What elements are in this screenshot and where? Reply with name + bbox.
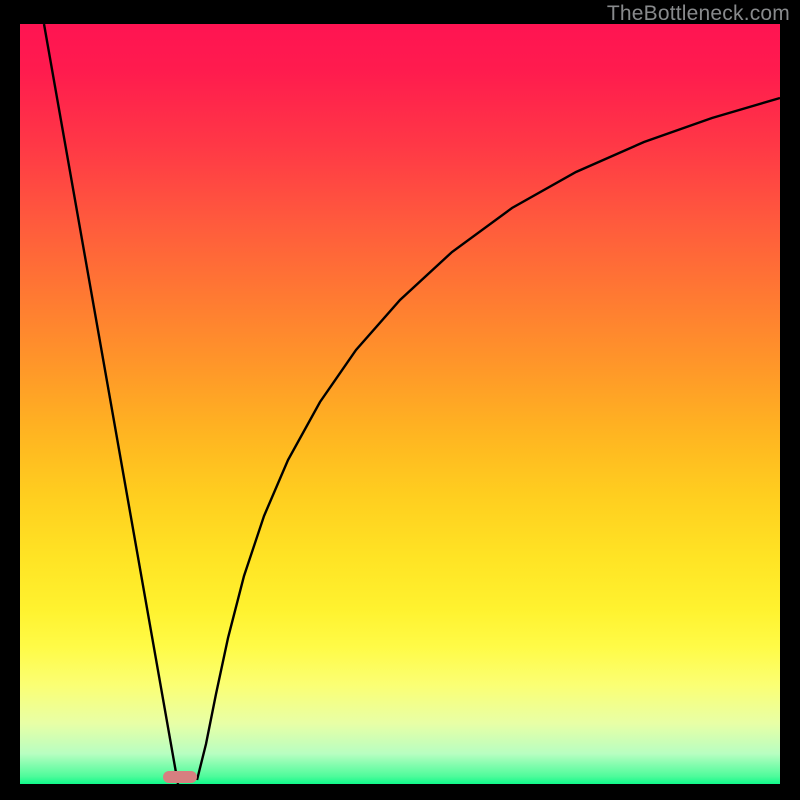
bottleneck-curve xyxy=(20,24,780,784)
plot-area xyxy=(20,24,780,784)
optimal-point-marker xyxy=(163,771,197,783)
curve-left-branch xyxy=(44,24,178,784)
watermark-text: TheBottleneck.com xyxy=(607,2,790,26)
curve-right-branch xyxy=(197,98,780,780)
chart-frame xyxy=(20,24,780,784)
